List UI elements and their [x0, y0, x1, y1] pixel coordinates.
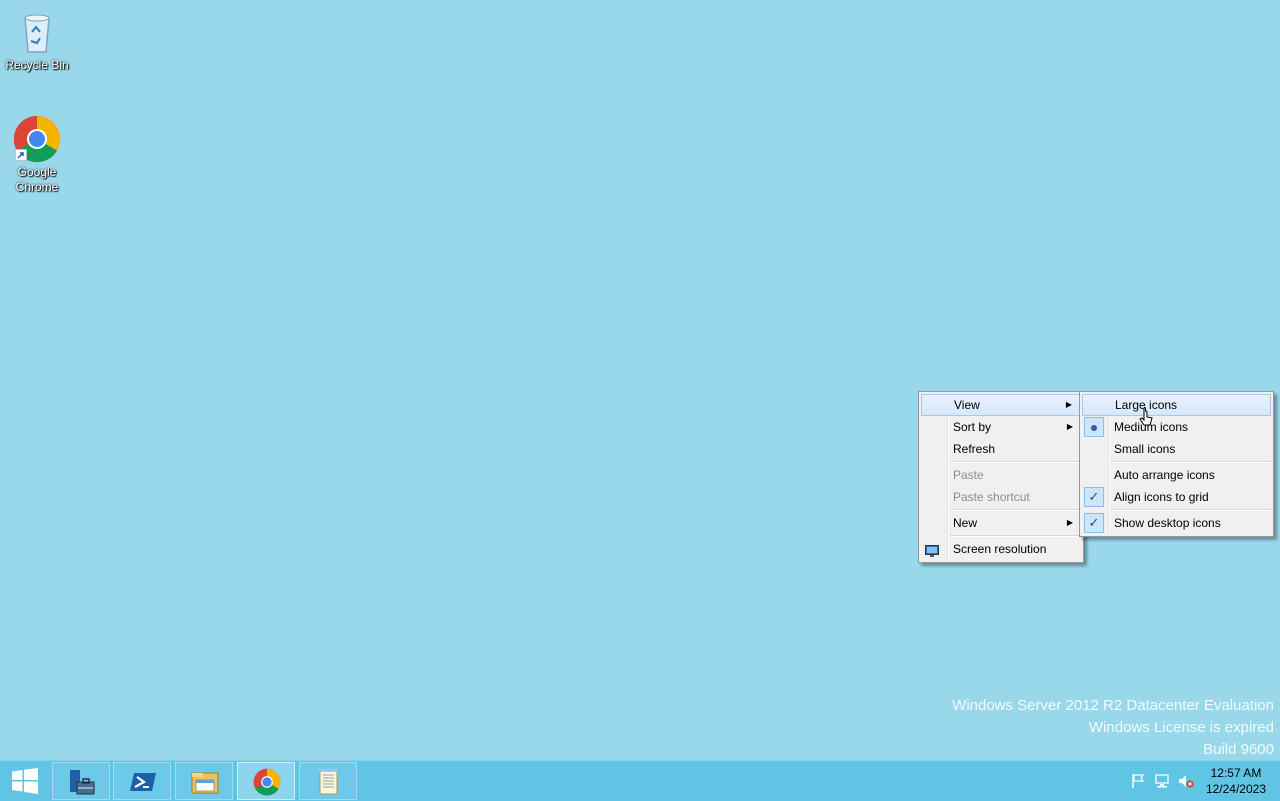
- chrome-icon: [253, 768, 281, 796]
- menu-item-label: Paste: [953, 468, 984, 482]
- menu-item-paste-shortcut: Paste shortcut: [921, 486, 1081, 508]
- start-icon: [12, 768, 38, 794]
- menu-item-new[interactable]: New ▶: [921, 512, 1081, 534]
- menu-separator: [1111, 509, 1271, 511]
- submenu-arrow-icon: ▶: [1065, 400, 1072, 409]
- taskbar: 12:57 AM 12/24/2023: [0, 760, 1280, 801]
- menu-item-paste: Paste: [921, 464, 1081, 486]
- menu-separator: [950, 535, 1081, 537]
- radio-selected-icon: [1084, 417, 1104, 437]
- file-explorer-icon: [191, 772, 219, 794]
- submenu-arrow-icon: ▶: [1066, 518, 1073, 527]
- taskbar-button-server-manager[interactable]: [52, 762, 110, 800]
- clock-date: 12/24/2023: [1205, 782, 1266, 796]
- menu-item-screen-resolution[interactable]: Screen resolution: [921, 538, 1081, 560]
- watermark-license: Windows License is expired: [1088, 719, 1274, 736]
- watermark-build: Build 9600: [1203, 741, 1274, 758]
- menu-item-small-icons[interactable]: Small icons: [1082, 438, 1271, 460]
- menu-separator: [950, 509, 1081, 511]
- menu-item-label: Small icons: [1114, 442, 1176, 456]
- display-icon: [925, 542, 939, 557]
- powershell-icon: [130, 773, 156, 791]
- menu-item-label: Align icons to grid: [1114, 490, 1209, 504]
- recycle-bin-icon: [13, 8, 61, 56]
- menu-item-large-icons[interactable]: Large icons: [1082, 394, 1271, 416]
- desktop-context-menu: View ▶ Sort by ▶ Refresh Paste Paste sho…: [918, 391, 1084, 563]
- action-center-flag-icon[interactable]: [1130, 773, 1146, 789]
- start-button[interactable]: [0, 761, 50, 801]
- taskbar-clock[interactable]: 12:57 AM 12/24/2023: [1206, 765, 1266, 797]
- checkmark-icon: ✓: [1084, 487, 1104, 507]
- volume-muted-icon[interactable]: [1178, 773, 1194, 789]
- desktop-icon-label: Recycle Bin: [5, 58, 69, 72]
- taskbar-button-notepad[interactable]: [299, 762, 357, 800]
- watermark-edition: Windows Server 2012 R2 Datacenter Evalua…: [952, 697, 1274, 714]
- server-manager-icon: [70, 770, 95, 795]
- desktop-icon-label: Google Chrome: [15, 165, 59, 194]
- notepad-icon: [319, 769, 338, 795]
- menu-item-sort-by[interactable]: Sort by ▶: [921, 416, 1081, 438]
- chrome-icon: [13, 115, 61, 163]
- menu-item-view[interactable]: View ▶: [921, 394, 1081, 416]
- mouse-cursor-icon: [1139, 407, 1153, 430]
- desktop-icon-google-chrome[interactable]: Google Chrome: [2, 115, 72, 195]
- clock-time: 12:57 AM: [1210, 766, 1262, 780]
- submenu-arrow-icon: ▶: [1066, 422, 1073, 431]
- menu-item-label: Sort by: [953, 420, 992, 434]
- network-icon[interactable]: [1154, 773, 1170, 789]
- checkmark-icon: ✓: [1084, 513, 1104, 533]
- menu-item-medium-icons[interactable]: Medium icons: [1082, 416, 1271, 438]
- menu-item-label: Paste shortcut: [953, 490, 1030, 504]
- menu-item-label: Auto arrange icons: [1114, 468, 1215, 482]
- menu-item-label: View: [954, 398, 980, 412]
- taskbar-button-chrome[interactable]: [237, 762, 295, 800]
- menu-item-refresh[interactable]: Refresh: [921, 438, 1081, 460]
- menu-item-label: Screen resolution: [953, 542, 1047, 556]
- menu-separator: [1111, 461, 1271, 463]
- menu-item-label: Show desktop icons: [1114, 516, 1221, 530]
- menu-item-auto-arrange-icons[interactable]: Auto arrange icons: [1082, 464, 1271, 486]
- menu-item-label: New: [953, 516, 978, 530]
- taskbar-button-powershell[interactable]: [113, 762, 171, 800]
- menu-separator: [950, 461, 1081, 463]
- menu-item-label: Refresh: [953, 442, 996, 456]
- menu-item-align-icons-to-grid[interactable]: ✓ Align icons to grid: [1082, 486, 1271, 508]
- menu-item-show-desktop-icons[interactable]: ✓ Show desktop icons: [1082, 512, 1271, 534]
- desktop-icon-recycle-bin[interactable]: Recycle Bin: [2, 8, 72, 73]
- taskbar-button-file-explorer[interactable]: [175, 762, 233, 800]
- view-submenu: Large icons Medium icons Small icons Aut…: [1079, 391, 1274, 537]
